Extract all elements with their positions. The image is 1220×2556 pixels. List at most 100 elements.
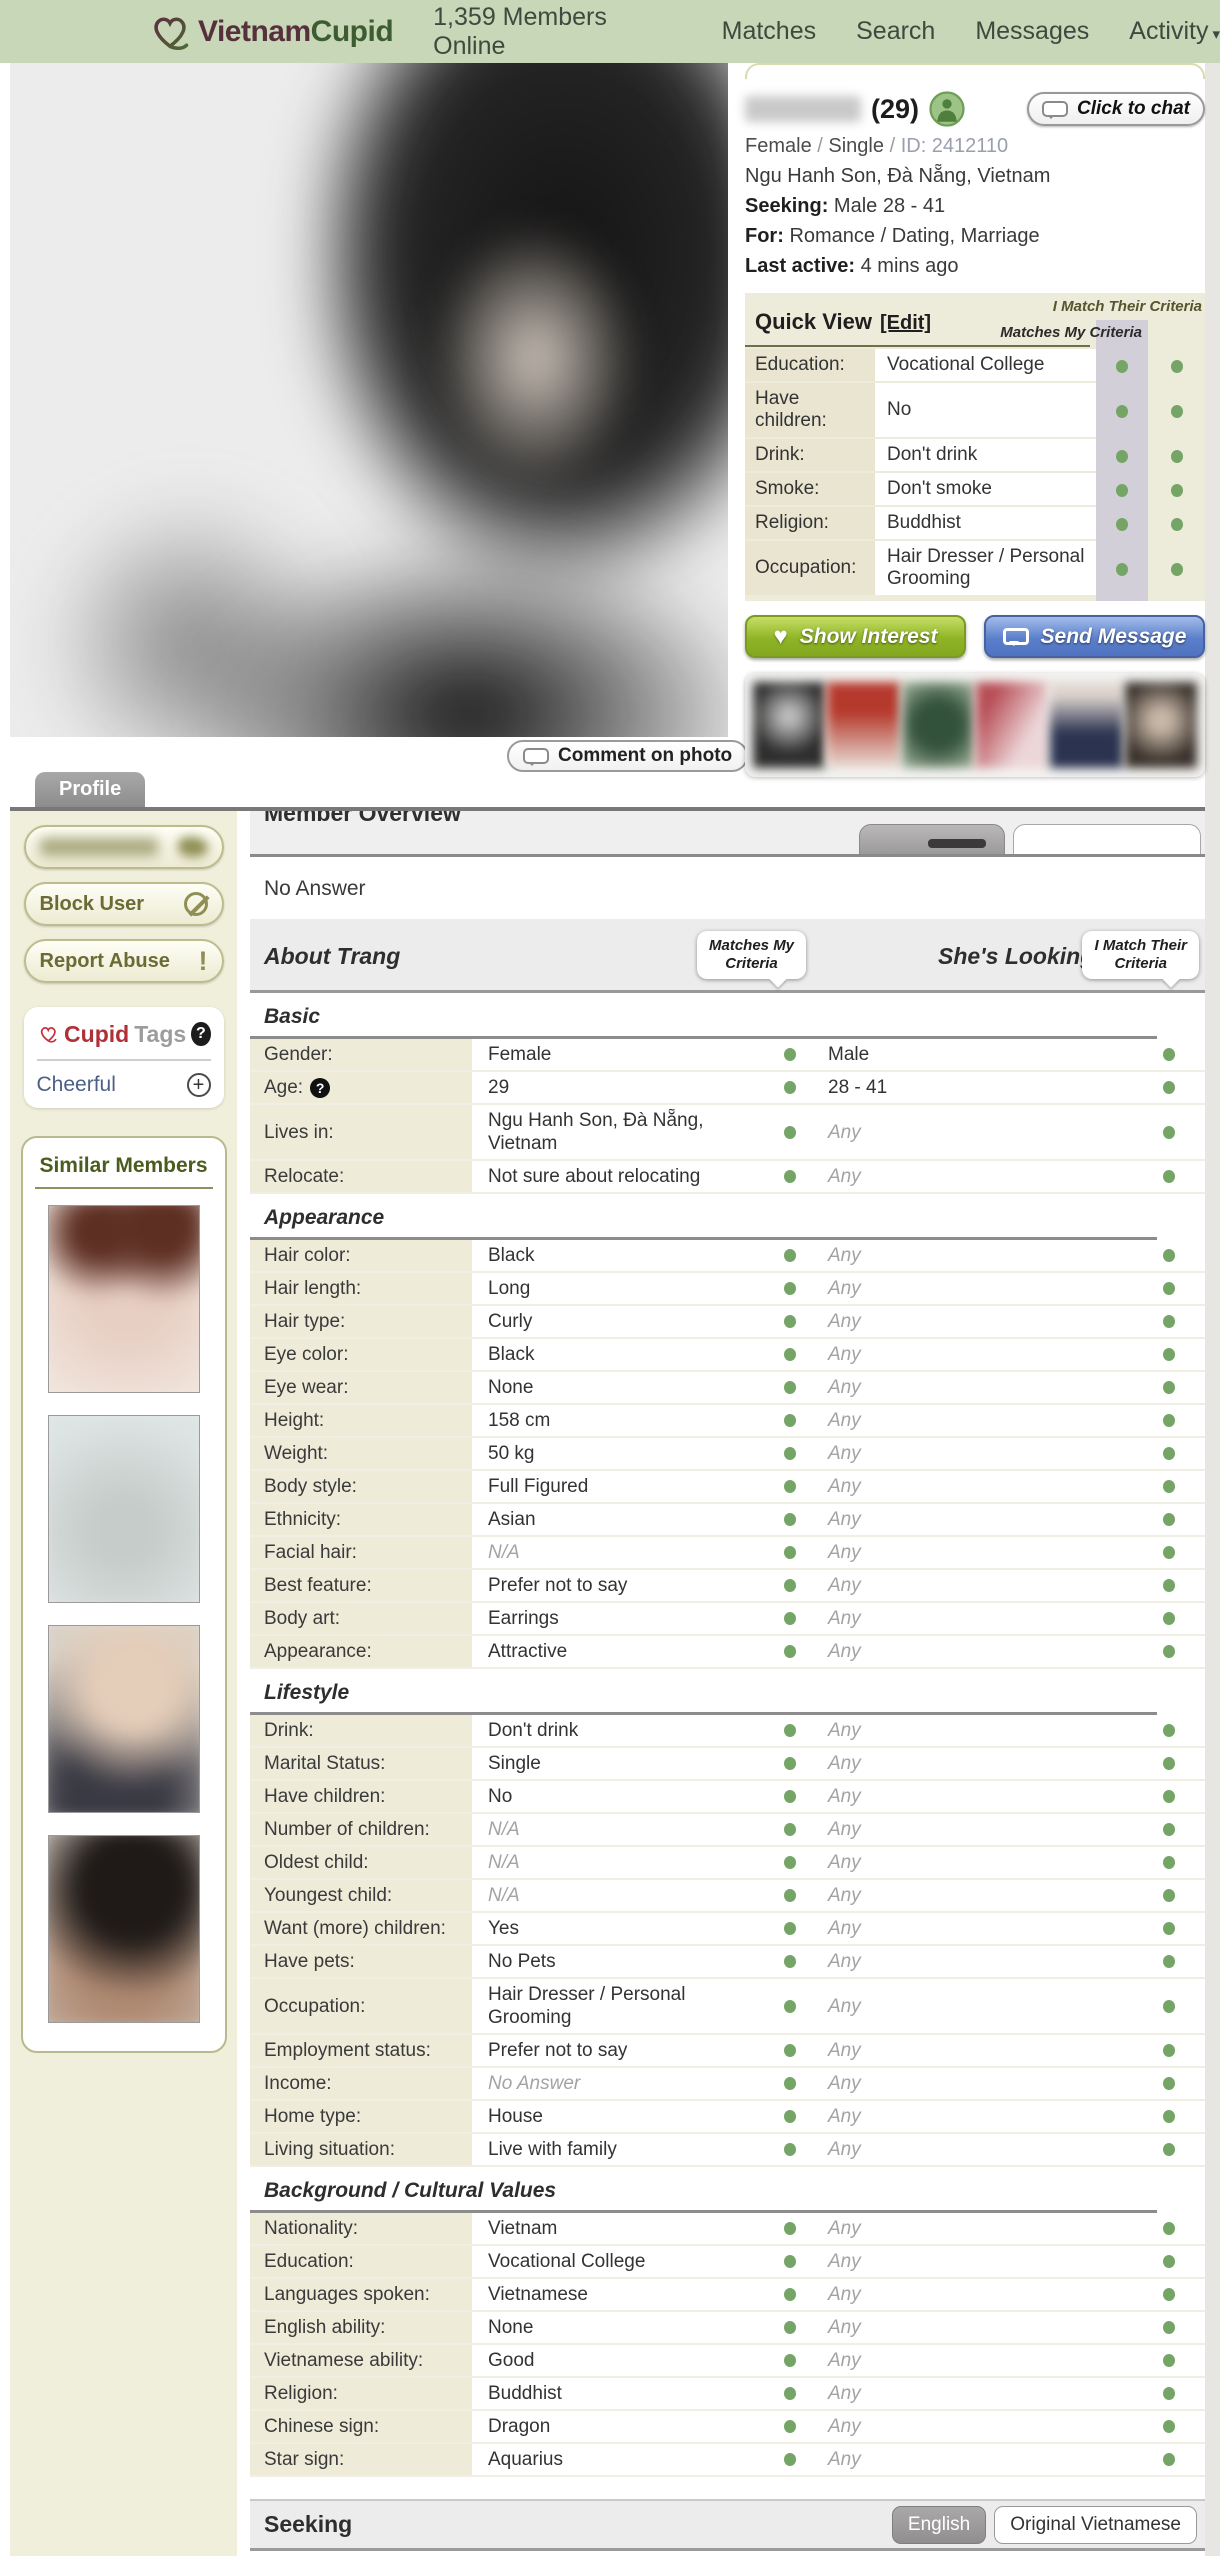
table-row: Oldest child:N/AAny (250, 1847, 1205, 1880)
row-label: Oldest child: (250, 1847, 472, 1878)
cupidtags-help-icon[interactable]: ? (191, 1022, 210, 1046)
add-favourite-button[interactable] (24, 825, 224, 869)
match-dot (1163, 2110, 1175, 2123)
row-value: Vocational College (472, 2246, 768, 2277)
row-value: N/A (472, 1880, 768, 1911)
photo-thumbnail[interactable] (902, 682, 974, 768)
nav-matches[interactable]: Matches (722, 17, 816, 46)
table-row: Star sign:AquariusAny (250, 2444, 1205, 2477)
profile-photo[interactable] (10, 63, 728, 737)
row-value: None (472, 2312, 768, 2343)
match-dot (784, 2354, 796, 2367)
cupidtags-brand: Cupid (64, 1021, 129, 1048)
photo-thumbnail[interactable] (976, 682, 1048, 768)
photo-thumbnail[interactable] (1050, 682, 1122, 768)
quick-view-row: Smoke:Don't smoke (745, 473, 1205, 507)
table-row: Languages spoken:VietnameseAny (250, 2279, 1205, 2312)
table-row: Education:Vocational College Any (250, 2246, 1205, 2279)
vietnamcupid-logo[interactable]: VietnamCupid (148, 10, 393, 54)
match-dot (1171, 405, 1183, 418)
similar-member-photo[interactable] (48, 1625, 200, 1813)
profile-top-section: Comment on photo (29) Click to chat Fema… (10, 63, 1205, 773)
row-value: Black (472, 1240, 768, 1271)
match-dot (1163, 1579, 1175, 1592)
row-value: Ngu Hanh Son, Đà Nẵng, Vietnam (472, 1105, 768, 1159)
match-dot (1163, 2453, 1175, 2466)
row-seeking-value: Any (812, 2444, 1132, 2475)
match-dot (1163, 2420, 1175, 2433)
table-row: Occupation:Hair Dresser / Personal Groom… (250, 1979, 1205, 2035)
photo-thumbnail[interactable] (827, 682, 899, 768)
row-value: N/A (472, 1814, 768, 1845)
member-overview-body: No Answer (250, 857, 1205, 919)
match-dot (784, 1546, 796, 1559)
match-dot (1116, 484, 1128, 497)
language-toggle-vietnamese-clipped[interactable] (1013, 824, 1201, 854)
quick-view-edit-link[interactable]: [Edit] (880, 312, 931, 334)
about-section-header: About Trang Matches MyCriteria She's Loo… (250, 919, 1205, 993)
language-toggle-english-clipped[interactable] (859, 824, 1005, 854)
match-dot (784, 1757, 796, 1770)
similar-member-photo[interactable] (48, 1205, 200, 1393)
table-row: Number of children:N/AAny (250, 1814, 1205, 1847)
row-label: Have children: (250, 1781, 472, 1812)
language-toggle-english[interactable]: English (892, 2506, 986, 2544)
match-dot (784, 2255, 796, 2268)
row-seeking-value: Any (812, 2134, 1132, 2165)
cupidtag-cheerful[interactable]: Cheerful (37, 1073, 116, 1097)
language-toggle-original-vietnamese[interactable]: Original Vietnamese (994, 2506, 1197, 2544)
member-overview-title: Member Overview (264, 811, 461, 827)
match-dot (1163, 1282, 1175, 1295)
row-seeking-value: Any (812, 1847, 1132, 1878)
table-row: Vietnamese ability:GoodAny (250, 2345, 1205, 2378)
row-seeking-value: Any (812, 2246, 1132, 2277)
match-dot (1171, 518, 1183, 531)
report-abuse-button[interactable]: Report Abuse ! (24, 939, 224, 983)
photo-thumbnail[interactable] (753, 682, 825, 768)
comment-on-photo-button[interactable]: Comment on photo (507, 740, 748, 772)
similar-member-photo[interactable] (48, 1835, 200, 2023)
match-dot (1163, 2077, 1175, 2090)
tab-profile[interactable]: Profile (35, 772, 145, 807)
row-seeking-value: Any (812, 2068, 1132, 2099)
nav-messages[interactable]: Messages (975, 17, 1089, 46)
member-for: For: Romance / Dating, Marriage (745, 223, 1205, 250)
row-label: Gender: (250, 1039, 472, 1070)
table-row: Age:?2928 - 41 (250, 1072, 1205, 1105)
match-dot (784, 1081, 796, 1094)
row-label: Home type: (250, 2101, 472, 2132)
match-dot (1163, 2222, 1175, 2235)
row-label: Education: (250, 2246, 472, 2277)
table-row: Drink:Don't drinkAny (250, 1715, 1205, 1748)
similar-member-photo[interactable] (48, 1415, 200, 1603)
row-seeking-value: Any (812, 1979, 1132, 2033)
help-icon[interactable]: ? (310, 1078, 330, 1098)
quick-view-value: No (875, 383, 1096, 439)
click-to-chat-button[interactable]: Click to chat (1027, 92, 1205, 126)
send-message-button[interactable]: Send Message (984, 615, 1205, 658)
table-row: Eye color:BlackAny (250, 1339, 1205, 1372)
match-dot (784, 1414, 796, 1427)
row-seeking-value: Any (812, 2035, 1132, 2066)
i-match-their-criteria-label: I Match Their Criteria (1053, 298, 1202, 315)
match-dot (1163, 1381, 1175, 1394)
add-tag-icon[interactable]: + (187, 1073, 211, 1097)
nav-activity[interactable]: Activity▾ (1129, 17, 1220, 46)
block-user-button[interactable]: Block User (24, 882, 224, 926)
table-row: Home type:HouseAny (250, 2101, 1205, 2134)
match-dot (784, 2387, 796, 2400)
match-dot (784, 2420, 796, 2433)
similar-members-panel: Similar Members (21, 1136, 227, 2053)
row-seeking-value: Any (812, 2279, 1132, 2310)
row-label: Youngest child: (250, 1880, 472, 1911)
photo-thumbnail[interactable] (1125, 682, 1197, 768)
match-dot (784, 1889, 796, 1902)
row-label: Eye wear: (250, 1372, 472, 1403)
show-interest-button[interactable]: ♥ Show Interest (745, 615, 966, 658)
table-row: Appearance:AttractiveAny (250, 1636, 1205, 1669)
match-dot (784, 2000, 796, 2013)
row-value: Not sure about relocating (472, 1161, 768, 1192)
row-value: Single (472, 1748, 768, 1779)
row-seeking-value: Any (812, 1715, 1132, 1746)
nav-search[interactable]: Search (856, 17, 935, 46)
